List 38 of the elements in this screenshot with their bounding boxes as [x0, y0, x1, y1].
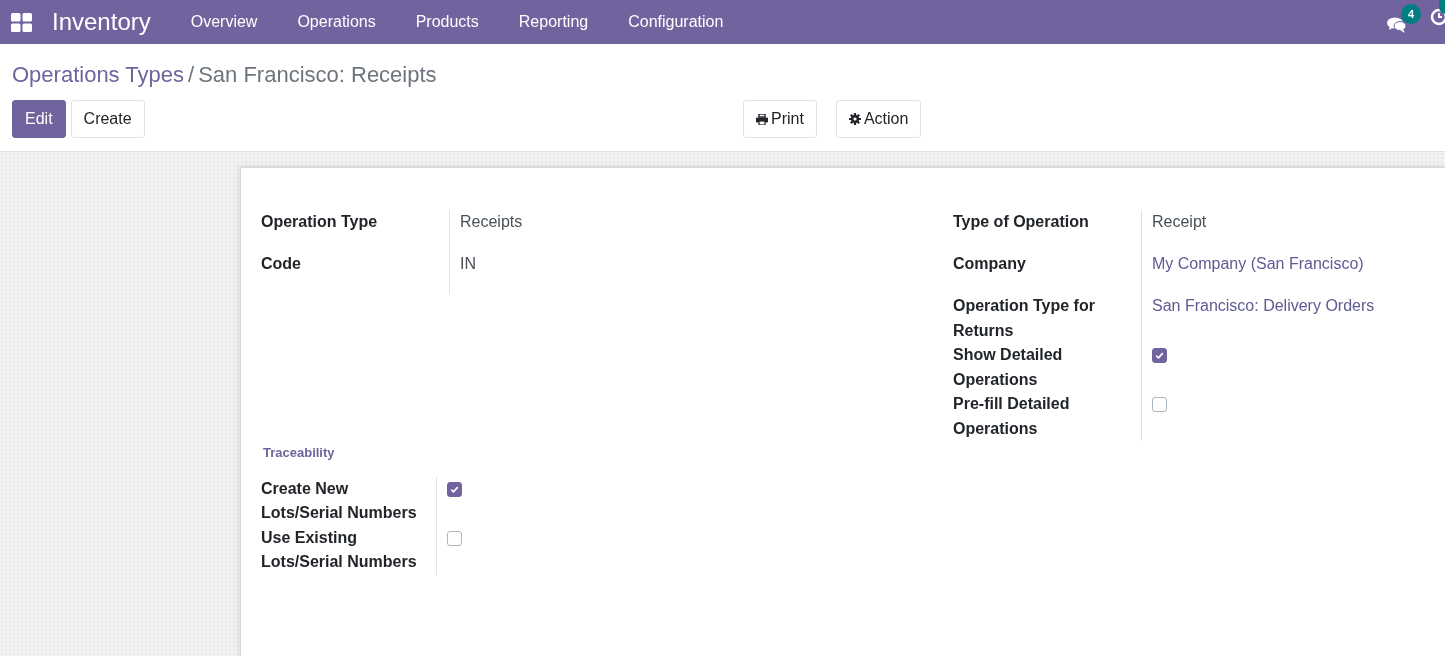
menu-item[interactable]: Products	[395, 10, 499, 34]
checkbox[interactable]	[447, 530, 462, 546]
field-label: Company	[953, 254, 1027, 274]
field-label: Use Existing Lots/Serial Numbers	[261, 527, 418, 572]
field-label: Show Detailed Operations	[953, 345, 1064, 390]
menu-item[interactable]: Reporting	[498, 10, 609, 34]
checkbox[interactable]	[447, 481, 462, 497]
menu-item[interactable]: Overview	[170, 10, 278, 34]
action-button[interactable]: Action	[835, 100, 922, 138]
menu-item[interactable]: Configuration	[608, 10, 744, 34]
field-label: Create New Lots/Serial Numbers	[261, 478, 418, 523]
breadcrumb-link[interactable]: Operations Types	[12, 58, 185, 91]
section-title: Traceability	[263, 444, 336, 462]
field-link[interactable]: My Company (San Francisco)	[1152, 255, 1364, 272]
chat-icon[interactable]	[1387, 16, 1407, 34]
breadcrumb-separator: /	[188, 61, 195, 89]
printer-icon	[756, 113, 768, 125]
field-value: IN	[460, 255, 476, 272]
field-label: Code	[261, 254, 302, 274]
field-value: Receipts	[460, 213, 523, 230]
field-label: Operation Type	[261, 212, 379, 232]
print-button[interactable]: Print	[743, 100, 817, 138]
breadcrumb-current: San Francisco: Receipts	[198, 61, 437, 89]
menu-item[interactable]: Operations	[277, 10, 396, 34]
apps-menu-icon[interactable]	[11, 12, 32, 32]
clock-icon[interactable]	[1430, 8, 1445, 26]
field-label: Pre-fill Detailed Operations	[953, 394, 1071, 439]
gear-icon	[848, 113, 861, 125]
checkbox[interactable]	[1152, 348, 1167, 363]
checkbox[interactable]	[1152, 397, 1167, 412]
field-label: Type of Operation	[953, 212, 1090, 232]
field-value: Receipt	[1152, 213, 1207, 230]
field-link[interactable]: San Francisco: Delivery Orders	[1152, 297, 1375, 314]
create-button[interactable]: Create	[70, 100, 145, 138]
message-count-badge: 4	[1401, 4, 1421, 24]
app-title[interactable]: Inventory	[52, 4, 151, 40]
edit-button[interactable]: Edit	[12, 100, 66, 138]
field-label: Operation Type for Returns	[953, 296, 1096, 341]
